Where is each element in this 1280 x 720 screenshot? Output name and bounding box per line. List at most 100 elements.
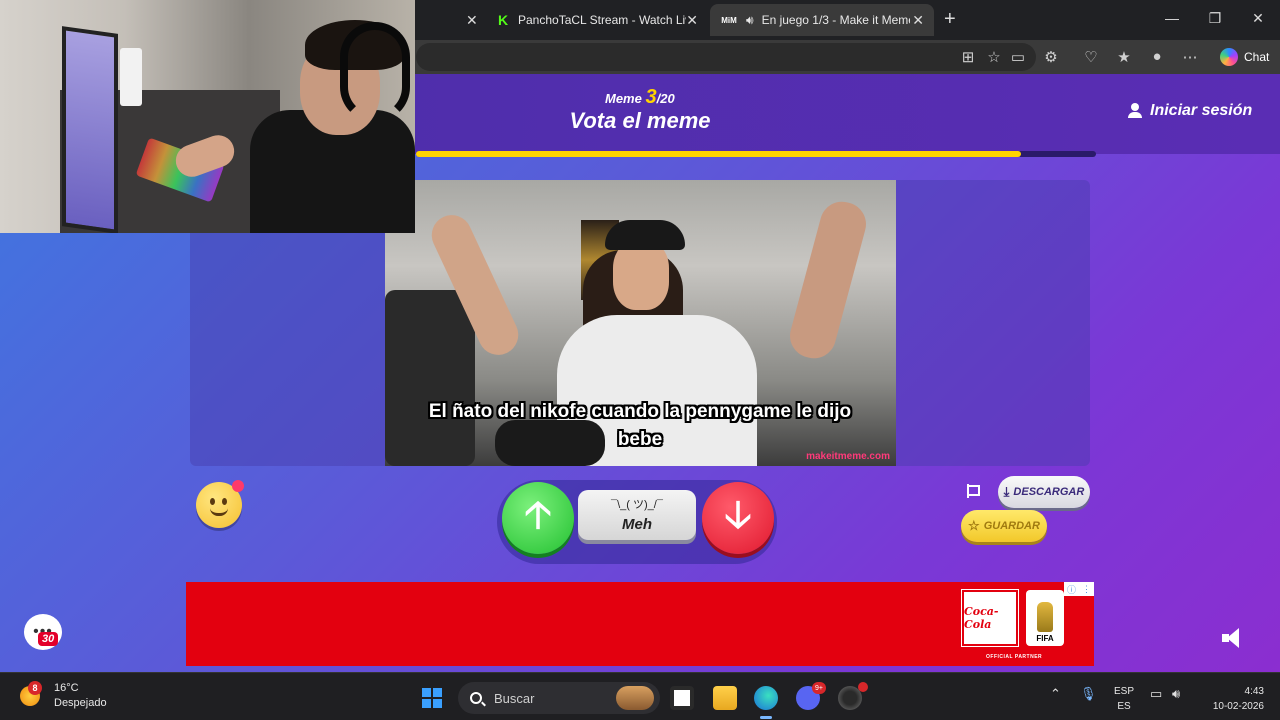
heart-icon [232, 480, 244, 492]
restore-icon[interactable]: ❐ [1205, 10, 1225, 27]
coca-cola-logo: Coca-Cola [961, 589, 1019, 647]
download-button[interactable]: ⤓ DESCARGAR [998, 476, 1090, 508]
close-tab-icon[interactable]: ✕ [686, 12, 698, 29]
tab-title: En juego 1/3 - Make it Meme [761, 13, 910, 27]
app-available-icon[interactable]: ⊞ [958, 48, 978, 66]
favorites-icon[interactable]: ★ [1114, 48, 1134, 66]
microphone-icon[interactable]: 🎙︎ [1080, 686, 1097, 702]
star-icon: ☆ [968, 518, 980, 533]
webcam-overlay [0, 0, 415, 233]
network-icon[interactable]: ▭ [1150, 686, 1162, 702]
save-label: GUARDAR [983, 520, 1040, 532]
meme-watermark: makeitmeme.com [806, 451, 890, 462]
round-progress-bar [416, 151, 1096, 157]
weather-text: 16°C Despejado [54, 681, 107, 711]
extensions-icon[interactable]: ⚙ [1041, 48, 1061, 66]
temperature: 16°C [54, 682, 79, 694]
upvote-button[interactable]: 🡡 [502, 482, 574, 554]
meme-image: El ñato del nikofe cuando la pennygame l… [385, 180, 896, 466]
meme-person-face [613, 240, 669, 310]
obs-icon[interactable] [838, 682, 868, 710]
copilot-icon [1220, 48, 1238, 66]
webcam-monitor [62, 26, 118, 233]
tab-title: PanchoTaCL Stream - Watch Live o [518, 13, 686, 27]
taskbar-search[interactable]: Buscar [458, 682, 660, 714]
mim-favicon-icon: MiM [721, 15, 737, 25]
search-highlight-image [616, 686, 654, 710]
clock-time: 4:43 [1244, 686, 1264, 697]
discord-notification-badge: 9+ [812, 682, 826, 694]
minimize-icon[interactable]: — [1162, 10, 1182, 26]
speaker-icon[interactable] [1222, 628, 1246, 648]
fifa-logo: FIFA [1026, 590, 1064, 646]
download-label: DESCARGAR [1013, 486, 1085, 498]
browser-essentials-icon[interactable]: ♡ [1081, 48, 1101, 66]
meme-counter-current: 3 [645, 86, 657, 108]
page-title: Vota el meme [569, 108, 711, 133]
arrow-up-icon: 🡡 [524, 493, 552, 536]
tray-overflow-chevron-icon[interactable]: ⌃ [1050, 686, 1061, 702]
search-icon [470, 692, 482, 704]
meme-counter-total: /20 [656, 91, 675, 106]
windows-taskbar: 16°C Despejado 8 Buscar 9+ ⌃ 🎙︎ ESP ES ▭… [0, 672, 1280, 720]
windows-start-icon[interactable] [422, 688, 442, 708]
language-line2: ES [1117, 701, 1131, 712]
kick-favicon-icon: K [497, 12, 509, 28]
round-progress-fill [416, 151, 1022, 157]
media-blocked-icon[interactable]: ▭ [1008, 48, 1028, 66]
meme-person-cap [605, 220, 685, 250]
downvote-button[interactable]: 🡣 [702, 482, 774, 554]
edge-browser-icon[interactable] [754, 686, 778, 719]
volume-icon[interactable]: 🔊︎ [1172, 686, 1180, 702]
obs-notification-badge [858, 682, 868, 692]
close-tab-icon[interactable]: ✕ [466, 12, 478, 29]
favorite-star-icon[interactable]: ☆ [984, 48, 1004, 66]
shrug-emoticon: ¯\_( ツ)_/¯ [611, 499, 663, 511]
world-cup-trophy-icon [1037, 602, 1053, 632]
chat-count-badge: 30 [38, 632, 59, 646]
download-icon: ⤓ [1003, 484, 1010, 499]
language-line1: ESP [1114, 686, 1135, 697]
user-icon [1128, 103, 1142, 119]
more-menu-icon[interactable]: ⋯ [1180, 48, 1200, 66]
meh-button[interactable]: ¯\_( ツ)_/¯ Meh [578, 490, 696, 540]
login-label: Iniciar sesión [1150, 102, 1253, 119]
save-button[interactable]: ☆ GUARDAR [961, 510, 1047, 542]
search-placeholder: Buscar [494, 690, 535, 706]
new-tab-button[interactable]: + [944, 8, 956, 31]
profile-avatar-icon[interactable]: ● [1147, 48, 1167, 65]
emoji-eye [222, 498, 227, 505]
chat-label: Chat [1244, 50, 1270, 64]
report-flag-icon[interactable] [966, 484, 980, 498]
close-tab-icon[interactable]: ✕ [912, 12, 924, 29]
meme-counter: Meme 3/20 [605, 86, 675, 109]
discord-icon[interactable]: 9+ [796, 682, 826, 710]
ad-info-icon[interactable]: ⓘ [1067, 583, 1076, 596]
window-close-icon[interactable]: ✕ [1248, 10, 1268, 27]
clock-date: 10-02-2026 [1212, 701, 1264, 712]
tab-kick-stream[interactable]: K PanchoTaCL Stream - Watch Live o ✕ [486, 4, 708, 36]
file-explorer-icon[interactable] [713, 686, 737, 710]
reaction-emoji-button[interactable] [196, 480, 244, 528]
webcam-cup [120, 48, 142, 106]
emoji-eye [210, 498, 215, 505]
task-view-icon[interactable] [670, 686, 694, 710]
address-bar[interactable] [416, 43, 1036, 71]
tab-audio-icon[interactable]: 🔊︎ [746, 13, 754, 28]
tab-make-it-meme[interactable]: MiM 🔊︎ En juego 1/3 - Make it Meme ✕ [710, 4, 934, 36]
emoji-mouth [210, 508, 228, 516]
fifa-label: FIFA [1036, 634, 1054, 643]
meme-counter-label: Meme [605, 91, 642, 106]
meme-arm-right [785, 196, 871, 364]
weather-badge: 8 [28, 681, 42, 695]
login-button[interactable]: Iniciar sesión [1128, 102, 1252, 120]
ad-menu-icon[interactable]: ⋮ [1082, 584, 1091, 595]
ad-choices[interactable]: ⓘ ⋮ [1064, 582, 1094, 596]
advertisement-banner[interactable]: Coca-Cola FIFA OFFICIAL PARTNER ⓘ ⋮ [186, 582, 1094, 666]
copilot-chat-button[interactable]: Chat [1212, 44, 1277, 70]
meh-label: Meh [622, 516, 652, 533]
arrow-down-icon: 🡣 [724, 493, 752, 536]
weather-condition: Despejado [54, 697, 107, 709]
language-indicator[interactable]: ESP ES [1114, 684, 1134, 714]
system-clock[interactable]: 4:43 10-02-2026 [1200, 684, 1264, 714]
